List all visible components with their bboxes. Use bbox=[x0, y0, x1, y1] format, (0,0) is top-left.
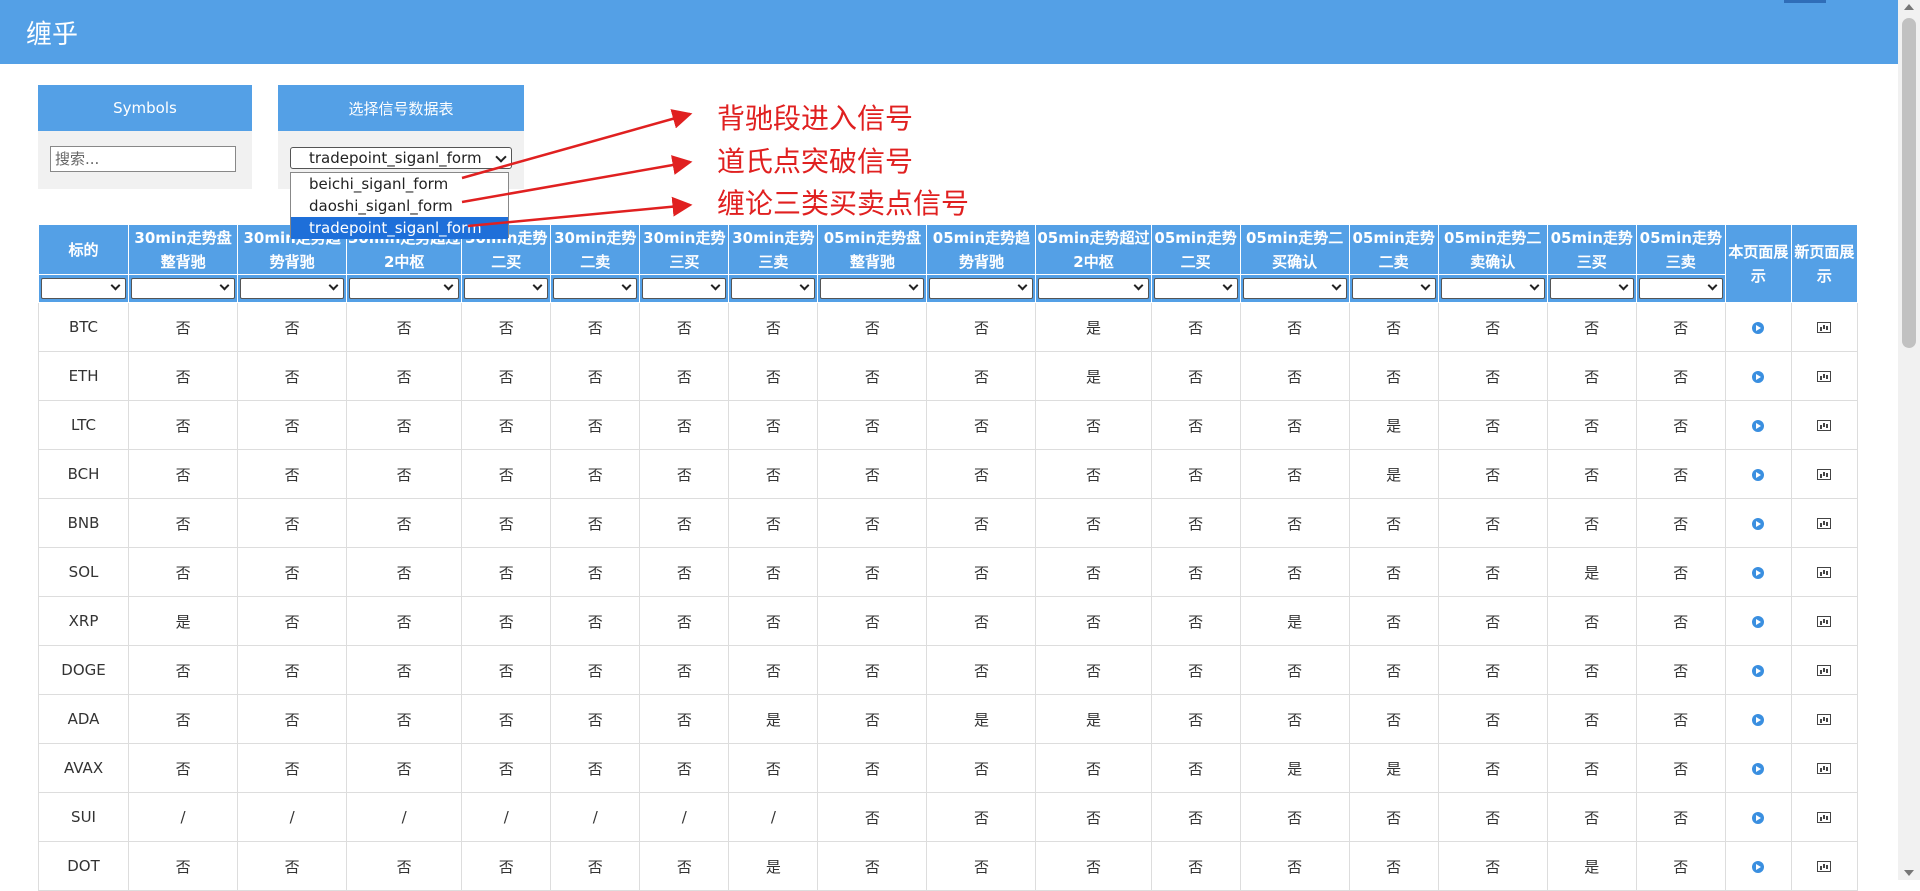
annotation-arrows bbox=[461, 109, 693, 228]
annotation-tradepoint: 缠论三类买卖点信号 bbox=[717, 187, 970, 220]
annotation-daoshi: 道氏点突破信号 bbox=[717, 145, 914, 178]
annotation-beichi: 背驰段进入信号 bbox=[717, 102, 914, 135]
arrow-3 bbox=[467, 196, 693, 228]
